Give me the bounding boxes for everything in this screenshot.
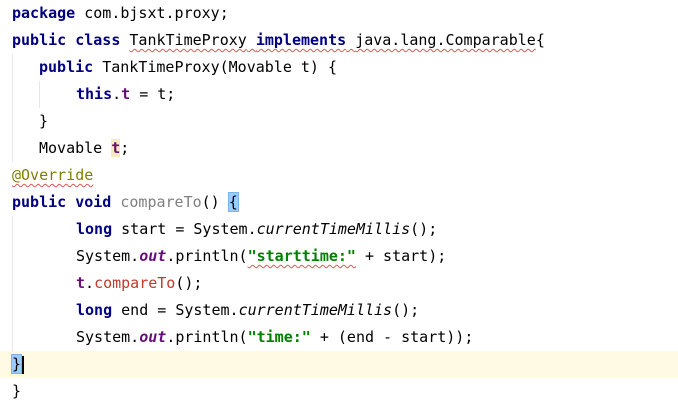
- class-name: TankTimeProxy: [129, 31, 247, 49]
- code-text: ();: [392, 301, 420, 319]
- method-name: compareTo: [120, 193, 202, 211]
- code-text: .: [112, 85, 122, 103]
- code-text: + start);: [355, 247, 447, 265]
- code-line[interactable]: package com.bjsxt.proxy;: [0, 0, 678, 27]
- type-name: Movable: [39, 139, 112, 157]
- field-declaration: t: [111, 139, 121, 157]
- code-text: ();: [175, 274, 203, 292]
- static-field: out: [139, 247, 167, 265]
- keyword: long: [76, 220, 113, 238]
- code-line[interactable]: System.out.println("starttime:" + start)…: [0, 243, 678, 270]
- keyword: long: [76, 301, 113, 319]
- field-reference: t: [76, 274, 86, 292]
- code-text: System.: [76, 328, 140, 346]
- code-text: ();: [410, 220, 438, 238]
- static-method-call: currentTimeMillis: [256, 220, 411, 238]
- code-text: com.bjsxt.proxy;: [75, 4, 229, 22]
- code-line[interactable]: public void compareTo() {: [0, 189, 678, 216]
- code-text: .println(: [166, 247, 248, 265]
- keyword: this: [76, 85, 113, 103]
- close-brace: }: [12, 382, 22, 400]
- annotation: @Override: [12, 166, 94, 184]
- keyword: class: [75, 31, 121, 49]
- code-text: ;: [120, 139, 130, 157]
- open-brace: {: [535, 31, 545, 49]
- method-call: compareTo: [94, 274, 176, 292]
- code-text: start = System.: [112, 220, 257, 238]
- matched-open-brace: {: [227, 192, 239, 212]
- static-method-call: currentTimeMillis: [238, 301, 393, 319]
- code-text: .: [85, 274, 95, 292]
- code-text: + (end - start));: [310, 328, 474, 346]
- keyword: public: [39, 58, 94, 76]
- static-field: out: [139, 328, 167, 346]
- string-literal: "time:": [247, 328, 311, 346]
- keyword: implements: [255, 31, 347, 49]
- keyword: public: [12, 31, 67, 49]
- keyword: public: [12, 193, 67, 211]
- code-line[interactable]: @Override: [0, 162, 678, 189]
- code-line[interactable]: Movable t;: [0, 135, 678, 162]
- code-line[interactable]: }: [0, 378, 678, 405]
- code-line[interactable]: t.compareTo();: [0, 270, 678, 297]
- class-name-warning: TankTimeProxy implements java.lang.Compa…: [129, 31, 535, 49]
- code-text: end = System.: [112, 301, 239, 319]
- code-line[interactable]: public TankTimeProxy(Movable t) {: [0, 54, 678, 81]
- code-line[interactable]: public class TankTimeProxy implements ja…: [0, 27, 678, 54]
- close-brace: }: [39, 112, 49, 130]
- field-reference: t: [121, 85, 131, 103]
- code-text: System.: [76, 247, 140, 265]
- code-text: (): [201, 193, 229, 211]
- matched-close-brace: }: [10, 354, 23, 374]
- code-line[interactable]: this.t = t;: [0, 81, 678, 108]
- keyword: package: [12, 4, 76, 22]
- code-text: .println(: [166, 328, 248, 346]
- code-text: = t;: [130, 85, 176, 103]
- constructor-signature: TankTimeProxy(Movable t) {: [102, 58, 338, 76]
- code-line[interactable]: long start = System.currentTimeMillis();: [0, 216, 678, 243]
- code-line-current[interactable]: }: [0, 351, 678, 378]
- code-line[interactable]: System.out.println("time:" + (end - star…: [0, 324, 678, 351]
- code-editor[interactable]: package com.bjsxt.proxy; public class Ta…: [0, 0, 678, 407]
- code-line[interactable]: long end = System.currentTimeMillis();: [0, 297, 678, 324]
- interface-name: java.lang.Comparable: [355, 31, 536, 49]
- code-line[interactable]: }: [0, 108, 678, 135]
- text-caret: [22, 355, 25, 374]
- keyword: void: [75, 193, 112, 211]
- string-literal: "starttime:": [247, 247, 356, 265]
